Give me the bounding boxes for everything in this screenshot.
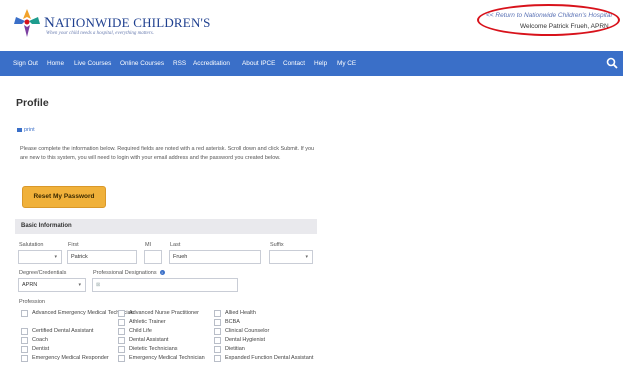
designations-field[interactable]: ⊠ (92, 278, 238, 292)
print-link[interactable]: print (17, 127, 35, 133)
checkbox-child-life[interactable] (118, 328, 125, 335)
checkbox-label: Advanced Nurse Practitioner (129, 310, 200, 316)
checkbox-certified-dental-assistant[interactable] (21, 328, 28, 335)
nav-my-ce[interactable]: My CE (337, 60, 356, 67)
checkbox-advanced-nurse-practitioner[interactable] (118, 310, 125, 317)
nav-live-courses[interactable]: Live Courses (74, 60, 111, 67)
checkbox-dental-assistant[interactable] (118, 337, 125, 344)
checkbox-advanced-emt[interactable] (21, 310, 28, 317)
basic-info-header: Basic Information (15, 219, 317, 234)
checkbox-dietetic-technicians[interactable] (118, 346, 125, 353)
checkbox-label: Clinical Counselor (225, 328, 270, 334)
checkbox-dentist[interactable] (21, 346, 28, 353)
profession-label: Profession (19, 299, 45, 305)
intro-text: Please complete the information below. R… (20, 146, 315, 161)
checkbox-athletic-trainer[interactable] (118, 319, 125, 326)
tag-icon: ⊠ (96, 282, 101, 288)
checkbox-label: BCBA (225, 319, 240, 325)
first-name-label: First (68, 242, 79, 248)
nav-home[interactable]: Home (47, 60, 64, 67)
salutation-select[interactable]: ▾ (18, 250, 62, 264)
checkbox-label: Child Life (129, 328, 152, 334)
nav-online-courses[interactable]: Online Courses (120, 60, 164, 67)
chevron-down-icon: ▾ (305, 254, 308, 260)
checkbox-clinical-counselor[interactable] (214, 328, 221, 335)
nav-help[interactable]: Help (314, 60, 327, 67)
reset-password-button[interactable]: Reset My Password (22, 186, 106, 208)
checkbox-expanded-function-dental-assistant[interactable] (214, 355, 221, 362)
checkbox-coach[interactable] (21, 337, 28, 344)
printer-icon (17, 127, 22, 132)
search-icon[interactable] (606, 57, 618, 69)
checkbox-label: Athletic Trainer (129, 319, 166, 325)
suffix-select[interactable]: ▾ (269, 250, 313, 264)
checkbox-label: Dietetic Technicians (129, 346, 178, 352)
nav-accreditation[interactable]: Accreditation (193, 60, 230, 67)
last-name-field[interactable]: Frueh (169, 250, 261, 264)
degree-select[interactable]: APRN ▾ (18, 278, 86, 292)
nav-sign-out[interactable]: Sign Out (13, 60, 38, 67)
nav-contact[interactable]: Contact (283, 60, 305, 67)
checkbox-label: Emergency Medical Technician (129, 355, 205, 361)
checkbox-label: Certified Dental Assistant (32, 328, 94, 334)
highlight-oval (477, 4, 620, 36)
checkbox-label: Dental Hygienist (225, 337, 266, 343)
last-name-label: Last (170, 242, 181, 248)
checkbox-label: Dentist (32, 346, 50, 352)
checkbox-dietitian[interactable] (214, 346, 221, 353)
page-title: Profile (16, 97, 49, 109)
degree-label: Degree/Credentials (19, 270, 67, 276)
nav-rss[interactable]: RSS (173, 60, 186, 67)
checkbox-label: Emergency Medical Responder (32, 355, 109, 361)
checkbox-label: Dietitian (225, 346, 245, 352)
logo-wordmark: NATIONWIDE CHILDREN'S (44, 15, 211, 31)
checkbox-bcba[interactable] (214, 319, 221, 326)
salutation-label: Salutation (19, 242, 44, 248)
checkbox-emergency-medical-responder[interactable] (21, 355, 28, 362)
mi-field[interactable] (144, 250, 162, 264)
checkbox-emergency-medical-technician[interactable] (118, 355, 125, 362)
logo-icon (14, 9, 40, 37)
logo-tagline: When your child needs a hospital, everyt… (46, 31, 154, 36)
checkbox-label: Allied Health (225, 310, 256, 316)
checkbox-label: Coach (32, 337, 48, 343)
mi-label: MI (145, 242, 152, 248)
chevron-down-icon: ▾ (54, 254, 57, 260)
info-icon[interactable]: i (159, 270, 165, 276)
checkbox-allied-health[interactable] (214, 310, 221, 317)
first-name-field[interactable]: Patrick (67, 250, 137, 264)
nav-about-ipce[interactable]: About IPCE (242, 60, 275, 67)
checkbox-label: Expanded Function Dental Assistant (225, 355, 314, 361)
main-nav: Sign Out Home Live Courses Online Course… (0, 51, 623, 76)
chevron-down-icon: ▾ (78, 282, 81, 288)
suffix-label: Suffix (270, 242, 284, 248)
designations-label: Professional Designations i (93, 270, 165, 276)
checkbox-dental-hygienist[interactable] (214, 337, 221, 344)
checkbox-label: Dental Assistant (129, 337, 169, 343)
